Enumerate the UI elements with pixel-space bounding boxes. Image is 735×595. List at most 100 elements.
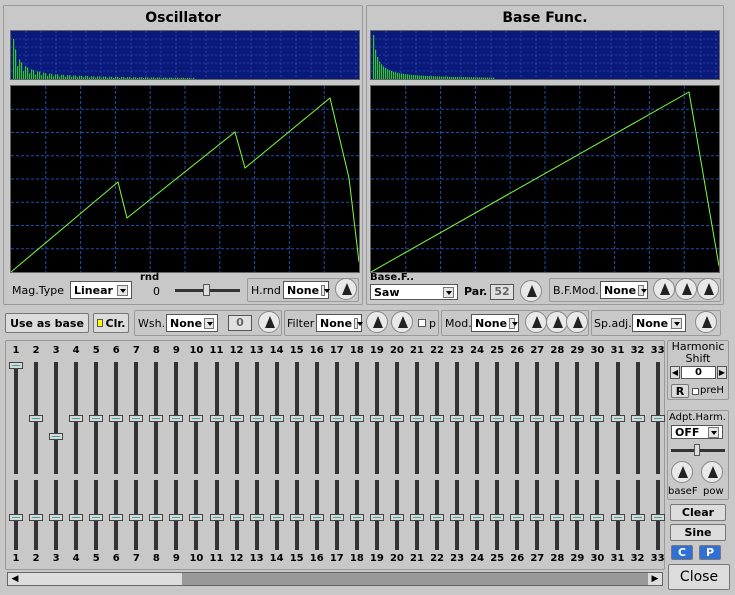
phase-slider-handle[interactable] [29, 514, 44, 521]
basefunc-select[interactable]: Saw [370, 284, 458, 300]
magnitude-slider-handle[interactable] [490, 415, 505, 422]
wsh-select[interactable]: None [166, 314, 218, 332]
phase-slider-handle[interactable] [209, 514, 224, 521]
phase-slider-handle[interactable] [530, 514, 545, 521]
filter-knob2-icon[interactable] [391, 311, 413, 333]
phase-slider-handle[interactable] [69, 514, 84, 521]
hrnd-select[interactable]: None [283, 281, 330, 299]
preh-checkbox[interactable] [692, 388, 699, 395]
magnitude-slider-track[interactable] [54, 362, 59, 474]
magnitude-slider-handle[interactable] [410, 415, 424, 422]
mod-knob1-icon[interactable] [525, 311, 547, 333]
phase-slider-handle[interactable] [249, 514, 264, 521]
par-knob-icon[interactable] [520, 280, 542, 302]
phase-slider-handle[interactable] [369, 514, 384, 521]
phase-slider-handle[interactable] [410, 514, 424, 521]
phase-slider-handle[interactable] [430, 514, 445, 521]
magnitude-slider-handle[interactable] [510, 415, 525, 422]
filter-p-checkbox[interactable] [418, 319, 426, 327]
phase-slider-handle[interactable] [9, 514, 23, 521]
mod-knob3-icon[interactable] [566, 311, 588, 333]
magnitude-slider-handle[interactable] [369, 415, 384, 422]
magnitude-slider-handle[interactable] [450, 415, 465, 422]
phase-slider-handle[interactable] [129, 514, 144, 521]
magnitude-slider-handle[interactable] [249, 415, 264, 422]
phase-slider-handle[interactable] [289, 514, 304, 521]
adpt-harm-select[interactable]: OFF [671, 425, 723, 439]
phase-slider-handle[interactable] [650, 514, 665, 521]
magnitude-slider-handle[interactable] [610, 415, 625, 422]
magnitude-slider-handle[interactable] [630, 415, 645, 422]
magnitude-slider-handle[interactable] [269, 415, 284, 422]
magnitude-slider-handle[interactable] [109, 415, 124, 422]
phase-slider-handle[interactable] [269, 514, 284, 521]
bfmod-knob1-icon[interactable] [653, 278, 675, 300]
par-field[interactable]: 52 [490, 284, 514, 300]
hrnd-knob-icon[interactable] [335, 278, 357, 300]
scroll-thumb[interactable] [22, 573, 182, 585]
shift-value-field[interactable]: 0 [681, 366, 716, 379]
adpt-slider-handle[interactable] [694, 444, 700, 456]
magnitude-slider-handle[interactable] [169, 415, 184, 422]
magnitude-slider-handle[interactable] [309, 415, 324, 422]
clr-button[interactable]: Clr. [93, 313, 129, 333]
phase-slider-handle[interactable] [89, 514, 104, 521]
mag-type-select[interactable]: Linear [70, 281, 132, 299]
phase-slider-handle[interactable] [329, 514, 344, 521]
filter-knob1-icon[interactable] [366, 311, 388, 333]
clear-button[interactable]: Clear [670, 504, 726, 521]
magnitude-slider-handle[interactable] [470, 415, 485, 422]
phase-slider-handle[interactable] [109, 514, 124, 521]
phase-slider-handle[interactable] [470, 514, 485, 521]
phase-slider-handle[interactable] [389, 514, 404, 521]
phase-slider-handle[interactable] [570, 514, 585, 521]
c-button[interactable]: C [671, 545, 693, 560]
wsh-amount-field[interactable]: 0 [228, 315, 252, 331]
basef-knob-icon[interactable] [671, 461, 693, 483]
magnitude-slider-handle[interactable] [430, 415, 445, 422]
phase-slider-handle[interactable] [550, 514, 565, 521]
use-as-base-button[interactable]: Use as base [5, 313, 89, 333]
mod-knob2-icon[interactable] [546, 311, 568, 333]
rnd-slider-handle[interactable] [203, 284, 210, 296]
bfmod-knob3-icon[interactable] [697, 278, 719, 300]
sine-button[interactable]: Sine [670, 524, 726, 541]
magnitude-slider-track[interactable] [14, 362, 18, 474]
magnitude-slider-handle[interactable] [229, 415, 244, 422]
magnitude-slider-handle[interactable] [129, 415, 144, 422]
phase-slider-handle[interactable] [610, 514, 625, 521]
magnitude-slider-handle[interactable] [530, 415, 545, 422]
magnitude-slider-handle[interactable] [650, 415, 665, 422]
magnitude-slider-handle[interactable] [570, 415, 585, 422]
magnitude-slider-handle[interactable] [149, 415, 164, 422]
bfmod-knob2-icon[interactable] [675, 278, 697, 300]
phase-slider-handle[interactable] [490, 514, 505, 521]
shift-right-icon[interactable]: ▶ [717, 366, 727, 379]
p-button[interactable]: P [699, 545, 721, 560]
filter-select[interactable]: None [316, 314, 363, 332]
magnitude-slider-handle[interactable] [69, 415, 84, 422]
close-button[interactable]: Close [668, 564, 730, 590]
phase-slider-handle[interactable] [309, 514, 324, 521]
magnitude-slider-handle[interactable] [329, 415, 344, 422]
magnitude-slider-handle[interactable] [590, 415, 605, 422]
phase-slider-handle[interactable] [450, 514, 465, 521]
phase-slider-handle[interactable] [349, 514, 364, 521]
spadj-knob-icon[interactable] [695, 311, 717, 333]
magnitude-slider-handle[interactable] [289, 415, 304, 422]
phase-slider-handle[interactable] [149, 514, 164, 521]
magnitude-slider-handle[interactable] [189, 415, 204, 422]
phase-slider-handle[interactable] [49, 514, 64, 521]
phase-slider-handle[interactable] [630, 514, 645, 521]
magnitude-slider-handle[interactable] [9, 362, 23, 369]
shift-left-icon[interactable]: ◀ [670, 366, 680, 379]
scroll-left-icon[interactable]: ◀ [8, 573, 22, 585]
r-button[interactable]: R [671, 384, 689, 398]
phase-slider-handle[interactable] [510, 514, 525, 521]
magnitude-slider-handle[interactable] [29, 415, 44, 422]
phase-slider-handle[interactable] [590, 514, 605, 521]
phase-slider-handle[interactable] [189, 514, 204, 521]
phase-slider-handle[interactable] [229, 514, 244, 521]
magnitude-slider-handle[interactable] [389, 415, 404, 422]
magnitude-slider-handle[interactable] [349, 415, 364, 422]
